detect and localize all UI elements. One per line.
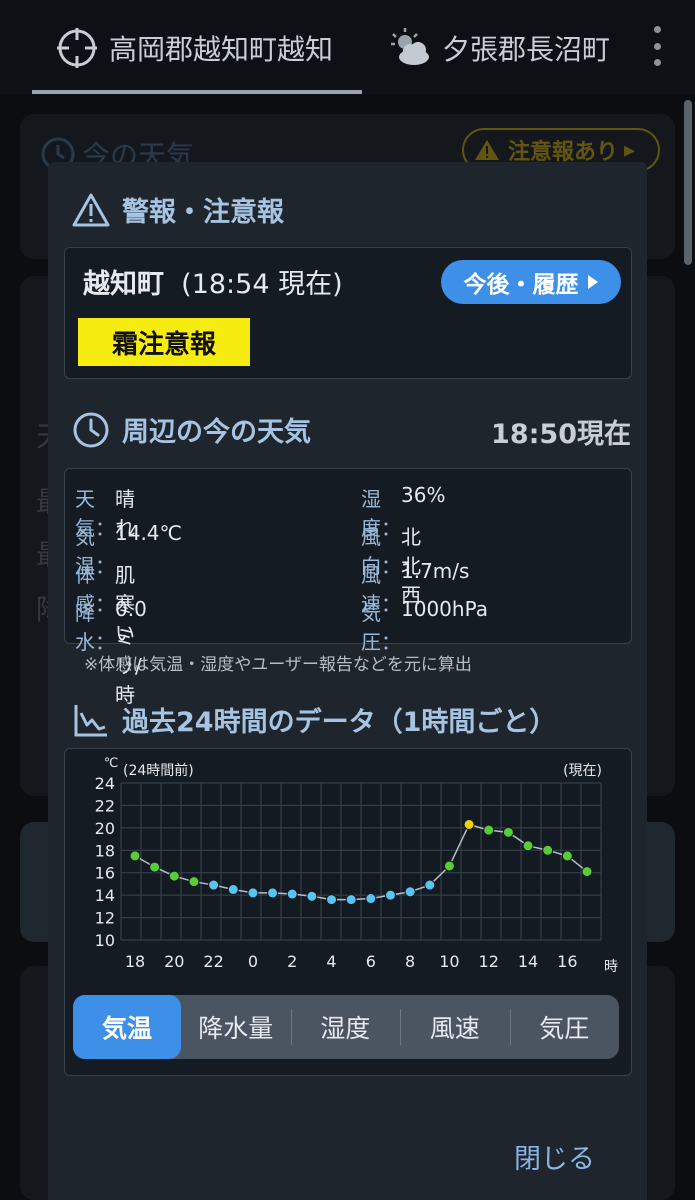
- nearby-weather-heading: 周辺の今の天気: [72, 410, 311, 449]
- temperature-data-point: [424, 879, 436, 891]
- x-tick-label: 4: [326, 952, 336, 971]
- temperature-data-point: [267, 887, 279, 899]
- y-tick-label: 12: [95, 909, 115, 928]
- metric-segmented-control: 気温 降水量 湿度 風速 気圧: [73, 995, 619, 1059]
- alert-town: 越知町 (18:54 現在): [83, 269, 343, 300]
- temperature-data-point: [483, 824, 495, 836]
- x-axis-label: 時: [604, 959, 618, 975]
- temperature-data-point: [188, 876, 200, 888]
- weather-detail-item: 気圧： 1000hPa: [361, 597, 488, 655]
- temperature-data-point: [227, 884, 239, 896]
- x-tick-label: 16: [557, 952, 577, 971]
- x-tick-label: 2: [287, 952, 297, 971]
- weather-detail-value: 1000hPa: [401, 597, 488, 621]
- play-triangle-icon: [587, 274, 599, 290]
- weather-detail-label: 気圧：: [361, 601, 401, 654]
- close-button[interactable]: 閉じる: [514, 1137, 595, 1176]
- temperature-data-point: [502, 826, 514, 838]
- past24-chart-box: 10 12 14 16 18 20 22 24 ℃ (24時間前) (現在) 18 20 22 0 2 4 6 8 1…: [64, 748, 632, 1076]
- temperature-data-point: [463, 818, 475, 830]
- more-options-button[interactable]: [651, 26, 663, 66]
- temperature-data-point: [168, 870, 180, 882]
- metric-tab[interactable]: 気温: [73, 995, 181, 1059]
- y-unit-label: ℃: [104, 756, 119, 771]
- chart-left-note: (24時間前): [123, 762, 194, 779]
- x-tick-label: 12: [479, 952, 499, 971]
- line-chart-icon: [72, 701, 110, 739]
- temperature-data-point: [365, 893, 377, 905]
- temperature-data-point: [561, 850, 573, 862]
- frost-advisory-badge[interactable]: 霜注意報: [78, 318, 250, 366]
- x-tick-label: 18: [125, 952, 145, 971]
- clock-icon: [72, 411, 110, 449]
- warning-triangle-icon: [72, 192, 110, 228]
- nearby-observed-time: 18:50現在: [491, 419, 631, 450]
- crosshair-icon: [55, 26, 99, 70]
- feels-like-note: ※体感は気温・湿度やユーザー報告などを元に算出: [84, 655, 472, 675]
- temperature-data-point: [542, 844, 554, 856]
- past24-heading: 過去24時間のデータ（1時間ごと）: [72, 700, 556, 739]
- y-tick-label: 22: [95, 796, 115, 815]
- y-tick-label: 20: [95, 819, 115, 838]
- tab-location-ochi[interactable]: 高岡郡越知町越知: [55, 0, 333, 95]
- temperature-data-point: [247, 887, 259, 899]
- nearby-weather-box: 天気： 晴れ 湿度： 36% 気温： 14.4℃ 風向： 北北西 体感： 肌寒い 風速： 1.7m/s…: [64, 468, 632, 707]
- alert-box: 越知町 (18:54 現在) 今後・履歴 霜注意報: [64, 247, 632, 379]
- metric-tab[interactable]: 気圧: [509, 995, 620, 1059]
- alerts-heading: 警報・注意報: [72, 190, 284, 229]
- y-tick-label: 18: [95, 841, 115, 860]
- temperature-data-point: [208, 879, 220, 891]
- temperature-data-point: [286, 888, 298, 900]
- y-tick-label: 14: [95, 886, 115, 905]
- chart-right-note: (現在): [563, 763, 602, 779]
- x-tick-label: 14: [518, 952, 538, 971]
- temperature-data-point: [129, 850, 141, 862]
- x-tick-label: 8: [405, 952, 415, 971]
- location-tab-bar: 高岡郡越知町越知 夕張郡長沼町: [0, 0, 695, 95]
- metric-tab[interactable]: 湿度: [290, 995, 401, 1059]
- y-tick-label: 10: [95, 931, 115, 950]
- temperature-data-point: [522, 840, 534, 852]
- metric-tab[interactable]: 風速: [400, 995, 510, 1059]
- forecast-history-button[interactable]: 今後・履歴: [441, 260, 621, 304]
- y-tick-label: 16: [95, 864, 115, 883]
- temperature-line-chart: 1012141618202224℃ (24時間前) (現在)18 20 22 0 2 4 6 8 1…: [95, 756, 618, 975]
- x-tick-label: 10: [439, 952, 459, 971]
- temperature-data-point: [306, 890, 318, 902]
- temperature-data-point: [345, 894, 357, 906]
- y-tick-label: 24: [95, 774, 115, 793]
- page-scrollbar[interactable]: [684, 100, 692, 265]
- temperature-data-point: [404, 886, 416, 898]
- active-tab-indicator: [32, 90, 362, 94]
- x-tick-label: 6: [366, 952, 376, 971]
- temperature-data-point: [581, 866, 593, 878]
- alert-dialog: 警報・注意報 越知町 (18:54 現在) 今後・履歴 霜注意報 周辺の今の天気…: [48, 162, 647, 1200]
- temperature-data-point: [443, 860, 455, 872]
- temperature-data-point: [326, 894, 338, 906]
- temperature-data-point: [384, 889, 396, 901]
- x-tick-label: 0: [248, 952, 258, 971]
- tab-location-naganuma[interactable]: 夕張郡長沼町: [388, 0, 610, 95]
- tab-label: 夕張郡長沼町: [442, 32, 611, 66]
- tab-label: 高岡郡越知町越知: [109, 32, 334, 66]
- x-tick-label: 20: [164, 952, 184, 971]
- temperature-data-point: [149, 861, 161, 873]
- sun-cloud-icon: [388, 26, 432, 70]
- x-tick-label: 22: [203, 952, 223, 971]
- metric-tab[interactable]: 降水量: [181, 995, 291, 1059]
